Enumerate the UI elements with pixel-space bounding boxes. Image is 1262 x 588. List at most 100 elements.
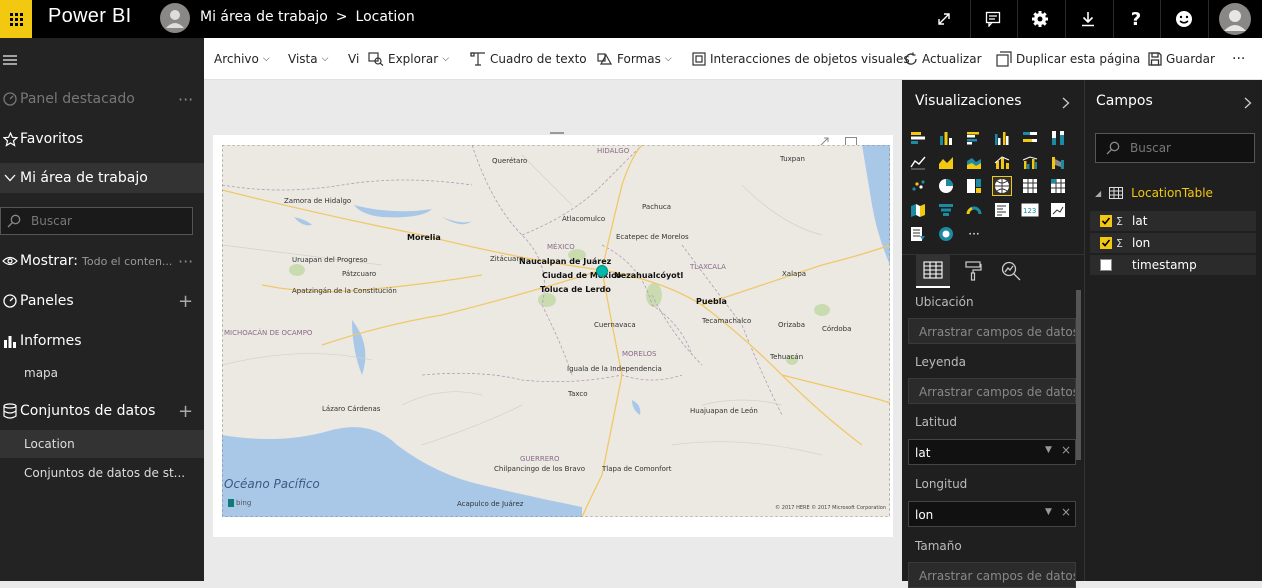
bing-map[interactable]: Querétaro Morelia Naucalpan de Juárez Ci… xyxy=(222,145,890,517)
stacked-bar-icon[interactable] xyxy=(908,128,928,148)
visual-interactions-button[interactable]: Interacciones de objetos visuales xyxy=(692,38,910,80)
location-data-point[interactable] xyxy=(596,265,608,277)
nav-reports[interactable]: Informes xyxy=(0,330,204,352)
line-clustered-column-icon[interactable] xyxy=(1020,152,1040,172)
add-dataset-plus-icon[interactable]: + xyxy=(178,401,193,422)
table-visual-icon[interactable] xyxy=(1020,176,1040,196)
nav-datasets-label: Conjuntos de datos xyxy=(20,403,156,419)
more-visuals-icon[interactable]: ··· xyxy=(964,224,984,244)
fields-pane: Campos Buscar ◢ LocationTable xyxy=(1084,80,1262,581)
nav-datasets[interactable]: Conjuntos de datos + xyxy=(0,400,204,422)
area-chart-icon[interactable] xyxy=(936,152,956,172)
feedback-smiley-icon[interactable] xyxy=(1168,0,1200,38)
duplicate-icon xyxy=(996,51,1012,67)
matrix-visual-icon[interactable] xyxy=(1048,176,1068,196)
textbox-button[interactable]: Cuadro de texto xyxy=(470,38,587,80)
slicer-icon[interactable] xyxy=(908,224,928,244)
field-item-lon[interactable]: Σ lon xyxy=(1090,233,1256,253)
duplicate-page-button[interactable]: Duplicar esta página xyxy=(996,38,1140,80)
breadcrumb-workspace[interactable]: Mi área de trabajo xyxy=(200,9,328,25)
line-column-icon[interactable] xyxy=(992,152,1012,172)
nav-dataset-item-location[interactable]: Location xyxy=(0,430,204,458)
refresh-icon xyxy=(905,52,917,65)
multi-row-card-icon[interactable] xyxy=(992,200,1012,220)
line-chart-icon[interactable] xyxy=(908,152,928,172)
nav-featured-dashboard[interactable]: Panel destacado ··· xyxy=(0,88,204,110)
help-icon[interactable]: ? xyxy=(1120,0,1152,38)
well-tamano[interactable]: Arrastrar campos de datos ... xyxy=(908,562,1076,588)
menu-archivo[interactable]: Archivo ⌵ xyxy=(214,38,270,80)
well-longitud[interactable]: lon ▼ × xyxy=(908,501,1076,527)
scatter-chart-icon[interactable] xyxy=(908,176,928,196)
nav-dashboards[interactable]: Paneles + xyxy=(0,290,204,312)
remove-field-icon[interactable]: × xyxy=(1061,505,1071,519)
card-visual-icon[interactable]: 123 xyxy=(1020,200,1040,220)
treemap-icon[interactable] xyxy=(964,176,984,196)
field-table-header[interactable]: ◢ LocationTable xyxy=(1095,186,1213,200)
nav-search-input[interactable]: Buscar xyxy=(0,207,193,235)
app-name[interactable]: Power BI xyxy=(48,5,132,28)
analytics-tab[interactable] xyxy=(996,254,1026,288)
remove-field-icon[interactable]: × xyxy=(1061,443,1071,457)
chevron-down-icon[interactable]: ▼ xyxy=(1045,507,1052,517)
menu-vista[interactable]: Vista ⌵ xyxy=(288,38,328,80)
gauge-visual-icon[interactable] xyxy=(964,200,984,220)
app-launcher-button[interactable] xyxy=(0,0,32,38)
save-button[interactable]: Guardar xyxy=(1148,38,1215,80)
menu-explorar[interactable]: Explorar ⌵ xyxy=(368,38,449,80)
clustered-bar-icon[interactable] xyxy=(964,128,984,148)
funnel-icon[interactable] xyxy=(936,200,956,220)
user-avatar[interactable] xyxy=(1219,3,1251,35)
well-ubicacion[interactable]: Arrastrar campos de datos ... xyxy=(908,318,1076,344)
nav-collapse-button[interactable] xyxy=(0,50,204,70)
comment-icon[interactable] xyxy=(978,0,1008,38)
nav-my-workspace[interactable]: Mi área de trabajo xyxy=(0,163,204,193)
breadcrumb-report[interactable]: Location xyxy=(356,9,415,25)
fields-search-input[interactable]: Buscar xyxy=(1095,133,1255,163)
workspace-avatar[interactable] xyxy=(160,3,190,33)
left-navigation: Panel destacado ··· Favoritos Mi área de… xyxy=(0,38,204,581)
drag-handle-top[interactable] xyxy=(550,132,564,136)
nav-dataset-item-streaming[interactable]: Conjuntos de datos de st... xyxy=(0,463,204,483)
more-options-icon[interactable]: ··· xyxy=(1232,38,1245,80)
field-item-timestamp[interactable]: timestamp xyxy=(1090,255,1256,275)
nav-report-item[interactable]: mapa xyxy=(0,363,204,383)
clustered-column-icon[interactable] xyxy=(992,128,1012,148)
map-label: Huajuapan de León xyxy=(690,407,758,415)
download-icon[interactable] xyxy=(1072,0,1104,38)
chevron-right-icon[interactable] xyxy=(1062,94,1070,113)
expand-icon[interactable] xyxy=(930,0,958,38)
nav-show-filter[interactable]: Mostrar: Todo el conten... ··· xyxy=(0,250,204,272)
field-item-lat[interactable]: Σ lat xyxy=(1090,211,1256,231)
refresh-button[interactable]: Actualizar xyxy=(904,38,982,80)
checkbox-checked[interactable] xyxy=(1100,237,1112,249)
chevron-right-icon[interactable] xyxy=(1244,94,1252,113)
well-leyenda[interactable]: Arrastrar campos de datos ... xyxy=(908,378,1076,404)
stacked-area-icon[interactable] xyxy=(964,152,984,172)
ribbon-chart-icon[interactable] xyxy=(1048,152,1068,172)
add-dashboard-plus-icon[interactable]: + xyxy=(178,291,193,312)
map-visual-icon-selected[interactable] xyxy=(992,176,1012,196)
vis-pane-scrollbar[interactable] xyxy=(1076,290,1081,460)
nav-favorites[interactable]: Favoritos xyxy=(0,128,204,150)
stacked-column-icon[interactable] xyxy=(936,128,956,148)
filled-map-icon[interactable] xyxy=(908,200,928,220)
checkbox-checked[interactable] xyxy=(1100,215,1112,227)
nav-show-label: Mostrar: xyxy=(20,253,78,269)
100-column-icon[interactable] xyxy=(1048,128,1068,148)
chevron-down-icon: ⌵ xyxy=(321,54,329,64)
arcgis-map-icon[interactable] xyxy=(936,224,956,244)
pie-chart-icon[interactable] xyxy=(936,176,956,196)
fields-tab[interactable] xyxy=(916,254,950,288)
chevron-down-icon[interactable]: ▼ xyxy=(1045,445,1052,455)
format-tab[interactable] xyxy=(958,254,988,288)
checkbox-unchecked[interactable] xyxy=(1100,259,1112,271)
well-latitud[interactable]: lat ▼ × xyxy=(908,439,1076,465)
menu-formas[interactable]: Formas ⌵ xyxy=(597,38,672,80)
settings-gear-icon[interactable] xyxy=(1024,0,1056,38)
100-bar-icon[interactable] xyxy=(1020,128,1040,148)
more-icon[interactable]: ··· xyxy=(178,252,193,271)
kpi-visual-icon[interactable] xyxy=(1048,200,1068,220)
more-icon[interactable]: ··· xyxy=(178,90,193,109)
menu-vi-truncated[interactable]: Vi xyxy=(348,38,359,80)
